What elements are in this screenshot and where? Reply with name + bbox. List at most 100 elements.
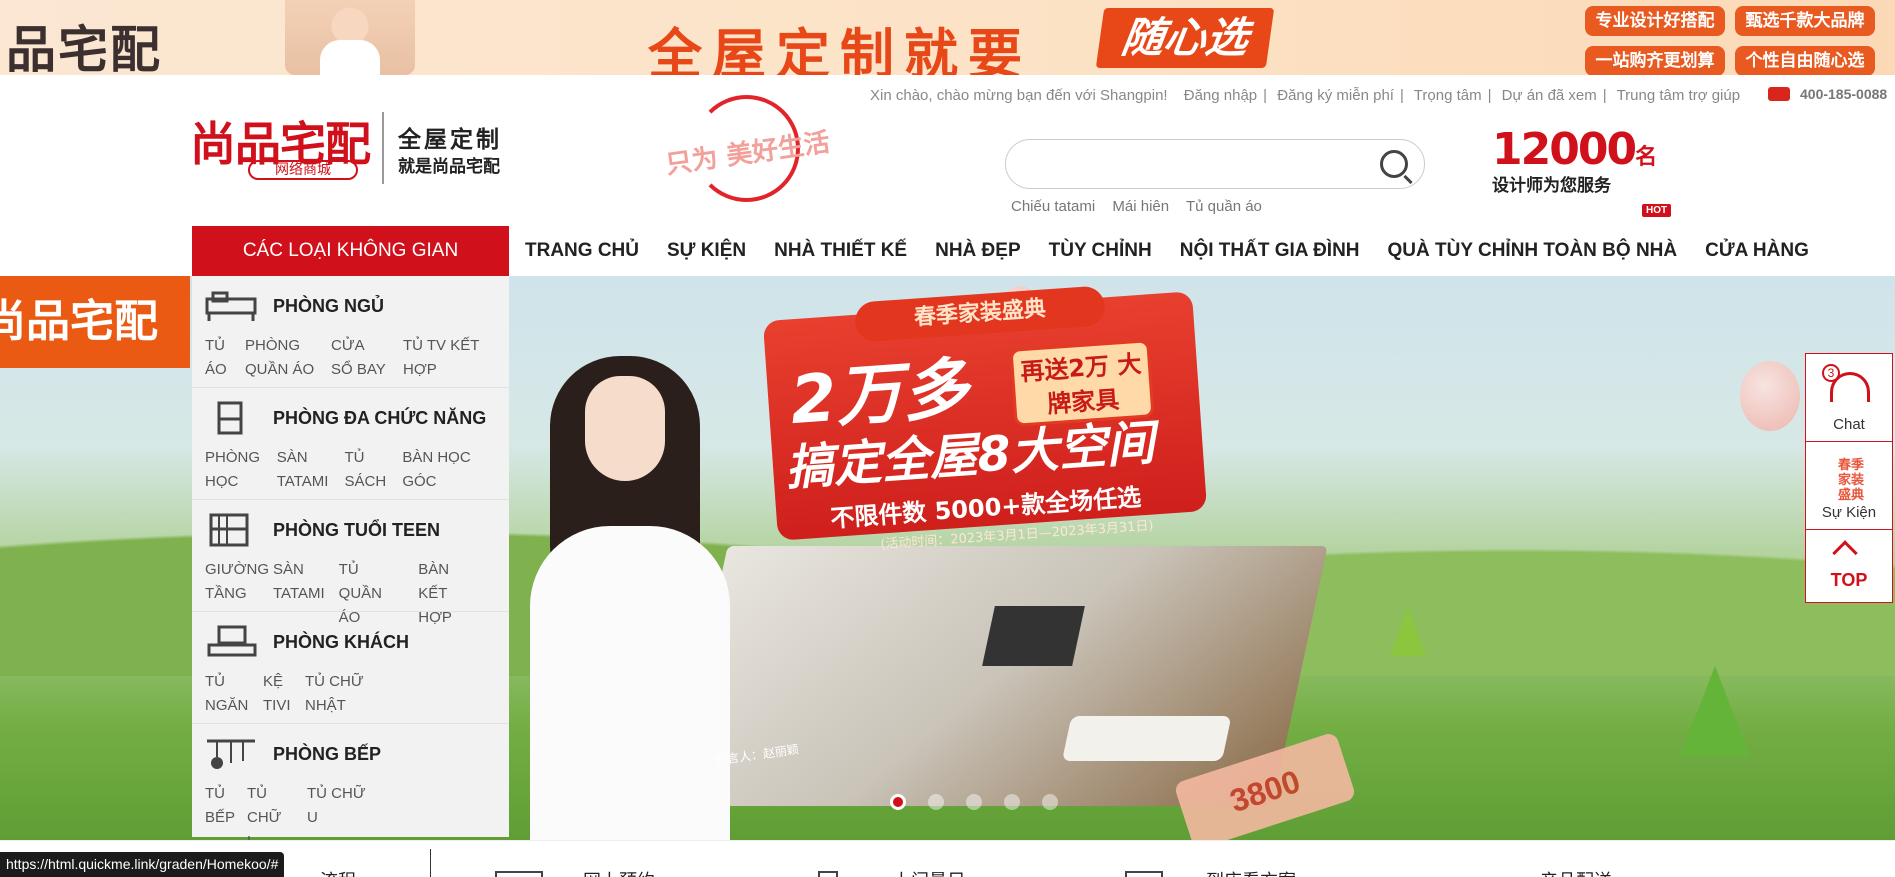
nav-stores[interactable]: CỬA HÀNG bbox=[1705, 240, 1809, 262]
register-link[interactable]: Đăng ký miễn phí bbox=[1277, 87, 1394, 104]
category-title: PHÒNG NGỦ bbox=[273, 295, 385, 316]
back-to-top-button[interactable]: TOP bbox=[1806, 530, 1892, 602]
promo-title: 全屋定制就要 bbox=[648, 23, 1032, 75]
top-label: TOP bbox=[1830, 570, 1868, 590]
category-bedroom[interactable]: PHÒNG NGỦ TỦ ÁO PHÒNG QUẦN ÁO CỬA SỔ BAY… bbox=[192, 276, 509, 388]
search-icon[interactable] bbox=[1380, 150, 1408, 178]
designers-count: 12000名 设计师为您服务 bbox=[1492, 124, 1657, 196]
category-link[interactable]: TỦ SÁCH bbox=[345, 446, 389, 494]
hotline: 400-185-0088 bbox=[1768, 86, 1887, 102]
service-steps-strip: 流程 网上预约 上门量尺 到店看方案 产品配送 bbox=[0, 840, 1895, 877]
category-link[interactable]: KỆ TIVI bbox=[263, 670, 291, 718]
service-step[interactable]: 产品配送 bbox=[1540, 867, 1612, 877]
category-link[interactable]: CỬA SỔ BAY bbox=[331, 334, 389, 382]
store-icon bbox=[1125, 871, 1163, 877]
category-link[interactable]: TỦ ÁO bbox=[205, 334, 231, 382]
hero-side-logo: 尚品宅配 bbox=[0, 276, 190, 368]
center-link[interactable]: Trọng tâm bbox=[1414, 87, 1482, 104]
category-link[interactable]: TỦ NGĂN bbox=[205, 670, 249, 718]
hotline-number: 400-185-0088 bbox=[1800, 86, 1888, 102]
category-link[interactable]: TỦ TV KẾT HỢP bbox=[403, 334, 481, 382]
booking-icon bbox=[495, 871, 543, 877]
search-input[interactable] bbox=[1005, 139, 1425, 189]
browser-status-url: https://html.quickme.link/graden/Homekoo… bbox=[0, 852, 285, 877]
category-link[interactable]: PHÒNG HỌC bbox=[205, 446, 263, 494]
category-link[interactable]: TỦ CHỮ NHẬT bbox=[305, 670, 385, 718]
chair-icon bbox=[217, 401, 243, 435]
bed-icon bbox=[205, 291, 257, 321]
nav-designers[interactable]: NHÀ THIẾT KẾ bbox=[774, 240, 907, 262]
service-step[interactable]: 网上预约 bbox=[583, 867, 655, 877]
nav-home-furniture[interactable]: NỘI THẤT GIA ĐÌNH bbox=[1180, 240, 1360, 262]
viewed-projects-link[interactable]: Dự án đã xem bbox=[1502, 87, 1597, 104]
promo-tag: 一站购齐更划算 bbox=[1585, 46, 1725, 75]
promo-tags: 专业设计好搭配 甄选千款大品牌 一站购齐更划算 个性自由随心选 bbox=[1585, 6, 1875, 75]
logo-divider bbox=[382, 112, 384, 184]
chevron-up-icon bbox=[1832, 540, 1858, 566]
category-multifunction-room[interactable]: PHÒNG ĐA CHỨC NĂNG PHÒNG HỌC SÀN TATAMI … bbox=[192, 388, 509, 500]
service-step[interactable]: 到店看方案 bbox=[1206, 867, 1296, 877]
event-button[interactable]: 春季 家装盛典 Sự Kiện bbox=[1806, 442, 1892, 530]
carousel-dot[interactable] bbox=[1004, 794, 1020, 810]
carousel-dot[interactable] bbox=[890, 794, 906, 810]
slogan-stamp: 只为 美好生活 bbox=[664, 95, 832, 202]
help-center-link[interactable]: Trung tâm trợ giúp bbox=[1617, 87, 1741, 104]
chat-count-badge: 3 bbox=[1822, 364, 1840, 382]
bunk-bed-icon bbox=[209, 513, 249, 547]
category-link[interactable]: PHÒNG QUẦN ÁO bbox=[245, 334, 317, 382]
site-logo[interactable]: 尚品宅配 网络商城 bbox=[190, 108, 371, 180]
top-promo-banner[interactable]: 品宅配 全屋定制就要 随心选 专业设计好搭配 甄选千款大品牌 一站购齐更划算 个… bbox=[0, 0, 1895, 75]
category-title: PHÒNG KHÁCH bbox=[273, 631, 410, 652]
carousel-dot[interactable] bbox=[928, 794, 944, 810]
login-link[interactable]: Đăng nhập bbox=[1184, 87, 1257, 104]
sofa-image bbox=[1061, 716, 1232, 761]
carousel-indicators bbox=[890, 794, 1058, 810]
carousel-dot[interactable] bbox=[1042, 794, 1058, 810]
service-step[interactable]: 流程 bbox=[320, 867, 356, 877]
category-link[interactable]: SÀN TATAMI bbox=[277, 446, 331, 494]
tv-cabinet-icon bbox=[207, 625, 257, 657]
hot-badge: HOT bbox=[1642, 204, 1672, 217]
chat-label: Chat bbox=[1833, 416, 1865, 433]
kitchen-utensils-icon bbox=[207, 739, 255, 769]
hot-word-link[interactable]: Mái hiên bbox=[1112, 198, 1169, 215]
tv-image bbox=[982, 606, 1085, 666]
nav-space-categories[interactable]: CÁC LOẠI KHÔNG GIAN bbox=[192, 226, 509, 276]
carousel-dot[interactable] bbox=[966, 794, 982, 810]
measure-icon bbox=[818, 871, 838, 877]
hot-word-link[interactable]: Chiếu tatami bbox=[1011, 198, 1095, 215]
promo-spokesperson-image bbox=[285, 0, 415, 75]
category-kitchen[interactable]: PHÒNG BẾP TỦ BẾP TỦ CHỮ L TỦ CHỮ U bbox=[192, 724, 509, 850]
nav-whole-house-gift[interactable]: QUÀ TÙY CHỈNH TOÀN BỘ NHÀ HOT bbox=[1387, 204, 1678, 262]
service-step[interactable]: 上门量尺 bbox=[893, 867, 965, 877]
category-title: PHÒNG ĐA CHỨC NĂNG bbox=[273, 407, 487, 428]
promo-tag: 个性自由随心选 bbox=[1735, 46, 1875, 75]
floating-side-widget: 3 Chat 春季 家装盛典 Sự Kiện TOP bbox=[1805, 353, 1893, 603]
category-teen-room[interactable]: PHÒNG TUỔI TEEN GIƯỜNG TẦNG SÀN TATAMI T… bbox=[192, 500, 509, 626]
designers-unit: 名 bbox=[1635, 145, 1658, 170]
hot-word-link[interactable]: Tủ quần áo bbox=[1186, 198, 1262, 215]
promo-tag: 甄选千款大品牌 bbox=[1735, 6, 1875, 36]
logo-slogan-2: 就是尚品宅配 bbox=[398, 157, 500, 177]
designers-number: 12000 bbox=[1492, 124, 1637, 175]
tree-decoration bbox=[1390, 606, 1426, 656]
balloon-decoration bbox=[1740, 361, 1800, 431]
category-living-room[interactable]: PHÒNG KHÁCH TỦ NGĂN KỆ TIVI TỦ CHỮ NHẬT bbox=[192, 612, 509, 724]
hero-spokesperson-image bbox=[530, 346, 730, 840]
space-category-menu: PHÒNG NGỦ TỦ ÁO PHÒNG QUẦN ÁO CỬA SỔ BAY… bbox=[192, 276, 509, 850]
nav-events[interactable]: SỰ KIỆN bbox=[667, 240, 746, 262]
nav-whole-house-gift-label: QUÀ TÙY CHỈNH TOÀN BỘ NHÀ bbox=[1387, 240, 1678, 261]
logo-slogan-1: 全屋定制 bbox=[398, 127, 502, 153]
category-link[interactable]: BÀN HỌC GÓC bbox=[402, 446, 482, 494]
promo-highlight: 随心选 bbox=[1095, 8, 1275, 68]
category-title: PHÒNG BẾP bbox=[273, 743, 382, 764]
hot-search-words: Chiếu tatami Mái hiên Tủ quần áo bbox=[1011, 198, 1275, 215]
nav-customize[interactable]: TÙY CHỈNH bbox=[1049, 240, 1152, 262]
main-nav: TRANG CHỦ SỰ KIỆN NHÀ THIẾT KẾ NHÀ ĐẸP T… bbox=[525, 204, 1837, 276]
greeting-text: Xin chào, chào mừng bạn đến với Shangpin… bbox=[870, 87, 1168, 104]
event-label: Sự Kiện bbox=[1821, 504, 1877, 521]
nav-home[interactable]: TRANG CHỦ bbox=[525, 240, 639, 262]
nav-beautiful-homes[interactable]: NHÀ ĐẸP bbox=[935, 240, 1021, 262]
top-links-bar: Xin chào, chào mừng bạn đến với Shangpin… bbox=[870, 87, 1741, 104]
chat-button[interactable]: 3 Chat bbox=[1806, 354, 1892, 442]
